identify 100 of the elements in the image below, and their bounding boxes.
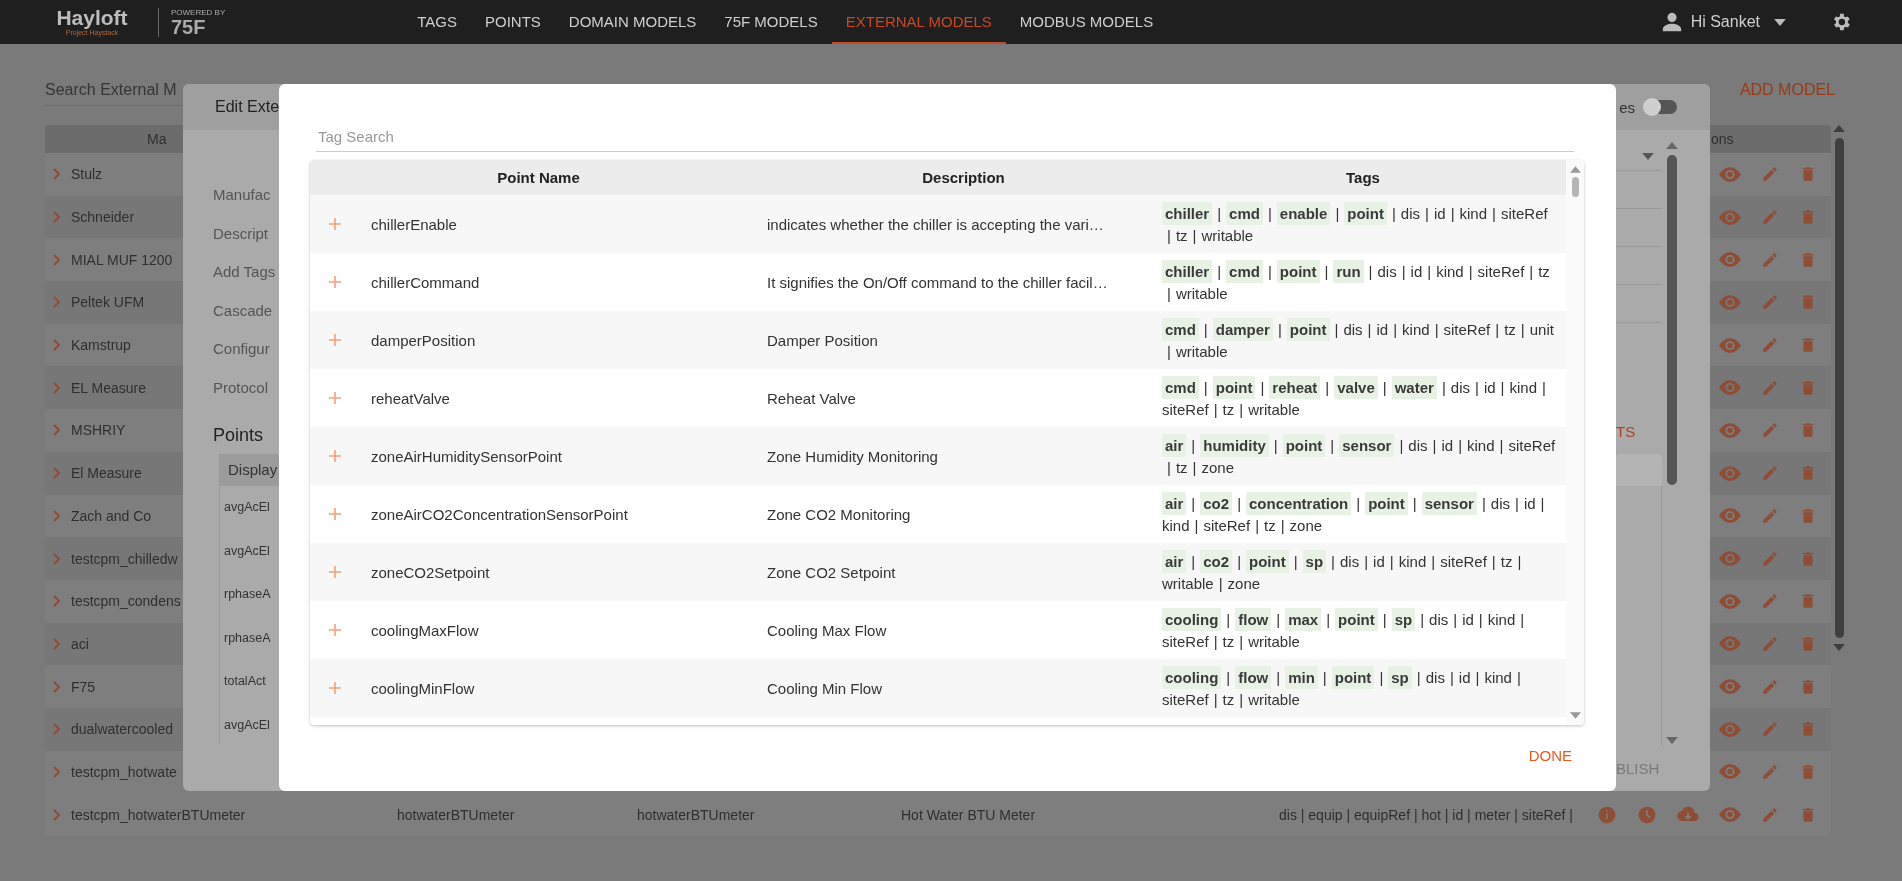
separator-text: | [1217, 262, 1222, 282]
tag-text: zone [1201, 458, 1234, 478]
tag-text: id [1410, 262, 1423, 282]
separator-text: | [1393, 320, 1398, 340]
tags-cell-text: dis | equip | equipRef | hot | id | meter | siteRef | [1278, 806, 1574, 823]
tag-text: writable [1248, 690, 1300, 710]
separator-text: | [1331, 552, 1335, 572]
field-label: Descript [213, 223, 269, 244]
tag-text: writable [1175, 284, 1228, 304]
separator-text: | [1515, 494, 1519, 514]
tag-chip: concentration [1246, 492, 1352, 515]
toggle-label: es [1619, 98, 1635, 116]
separator-text: | [1255, 516, 1260, 536]
tag-text: dis [1450, 378, 1470, 398]
tag-text: kind [1436, 262, 1464, 282]
tag-chip: point [1344, 202, 1387, 225]
separator-text: | [1191, 494, 1196, 514]
separator-text: | [1458, 436, 1463, 456]
tag-text: zone [1289, 516, 1323, 536]
tag-text: kind [1162, 516, 1190, 536]
separator-text: | [1267, 262, 1272, 282]
tag-chip: valve [1334, 376, 1378, 399]
point-name: reheatValve [371, 389, 450, 407]
tag-chip: air [1162, 550, 1187, 573]
tag-text: dis [1408, 436, 1428, 456]
separator-text: | [1335, 204, 1340, 224]
tag-chip: enable [1276, 202, 1331, 225]
tag-chip: chiller [1162, 202, 1213, 225]
separator-text: | [1475, 378, 1479, 398]
tag-text: unit [1529, 320, 1554, 340]
tag-text: dis [1343, 320, 1363, 340]
field-label: Protocol [213, 377, 270, 398]
point-description: Zone Humidity Monitoring [767, 447, 939, 465]
tag-text: dis [1425, 668, 1445, 688]
tag-text: tz [1500, 552, 1513, 572]
tag-chip: cooling [1162, 666, 1222, 689]
point-name: coolingMaxFlow [371, 621, 479, 639]
tag-text: tz [1222, 690, 1235, 710]
separator-text: | [1450, 204, 1455, 224]
tag-text: siteRef [1477, 262, 1525, 282]
point-description: Reheat Valve [767, 389, 857, 407]
separator-text: | [1420, 610, 1425, 630]
section-title: Points [213, 425, 265, 446]
separator-text: | [1191, 436, 1196, 456]
tag-text: siteRef [1162, 690, 1209, 710]
tag-chip: reheat [1269, 376, 1321, 399]
separator-text: | [1499, 436, 1504, 456]
tag-text: kind [1402, 320, 1430, 340]
separator-text: | [1382, 610, 1387, 630]
column-header: ons [1711, 131, 1734, 147]
separator-text: | [1334, 320, 1339, 340]
column-header: Tags [1345, 169, 1381, 186]
tag-chip: cmd [1162, 318, 1199, 341]
tag-text: id [1462, 610, 1474, 630]
separator-text: | [1540, 494, 1545, 514]
tag-text: siteRef [1162, 632, 1209, 652]
tag-chip: flow [1235, 608, 1272, 631]
separator-text: | [1280, 516, 1285, 536]
tag-chip: point [1246, 550, 1289, 573]
tag-chip: point [1365, 492, 1408, 515]
tag-text: zone [1227, 574, 1261, 594]
tag-chip: run [1333, 260, 1364, 283]
point-name: avgAcEl [223, 499, 271, 516]
tag-text: siteRef [1508, 436, 1556, 456]
point-name: chillerEnable [371, 215, 457, 233]
separator-text: | [1325, 378, 1330, 398]
separator-text: | [1226, 610, 1231, 630]
column-header: Display [220, 454, 279, 486]
separator-text: | [1399, 436, 1404, 456]
tag-chip: chiller [1162, 260, 1213, 283]
separator-text: | [1194, 516, 1199, 536]
tag-chip: sensor [1339, 434, 1395, 457]
point-name: zoneCO2Setpoint [371, 563, 490, 581]
tag-chip: cmd [1162, 376, 1199, 399]
separator-text: | [1273, 436, 1278, 456]
point-name: zoneAirHumiditySensorPoint [371, 447, 562, 465]
separator-text: | [1478, 610, 1483, 630]
tag-chip: max [1285, 608, 1322, 631]
tag-text: dis [1429, 610, 1449, 630]
separator-text: | [1364, 552, 1369, 572]
tag-text: dis [1340, 552, 1360, 572]
tag-chip: sp [1388, 666, 1412, 689]
tag-text: tz [1264, 516, 1276, 536]
separator-text: | [1379, 668, 1384, 688]
tag-chip: sp [1302, 550, 1327, 573]
tag-chip: cmd [1226, 260, 1263, 283]
separator-text: | [1481, 494, 1486, 514]
separator-text: | [1401, 262, 1406, 282]
tag-chip: humidity [1200, 434, 1269, 457]
tag-text: siteRef [1440, 552, 1487, 572]
tag-chip: point [1335, 608, 1378, 631]
tag-chip: cmd [1226, 202, 1263, 225]
separator-text: | [1293, 552, 1298, 572]
separator-text: | [1239, 400, 1244, 420]
point-description: Damper Position [767, 331, 879, 349]
tag-chip: water [1391, 376, 1437, 399]
separator-text: | [1367, 320, 1372, 340]
separator-text: | [1326, 610, 1331, 630]
tag-text: tz [1222, 632, 1235, 652]
separator-text: | [1468, 262, 1473, 282]
